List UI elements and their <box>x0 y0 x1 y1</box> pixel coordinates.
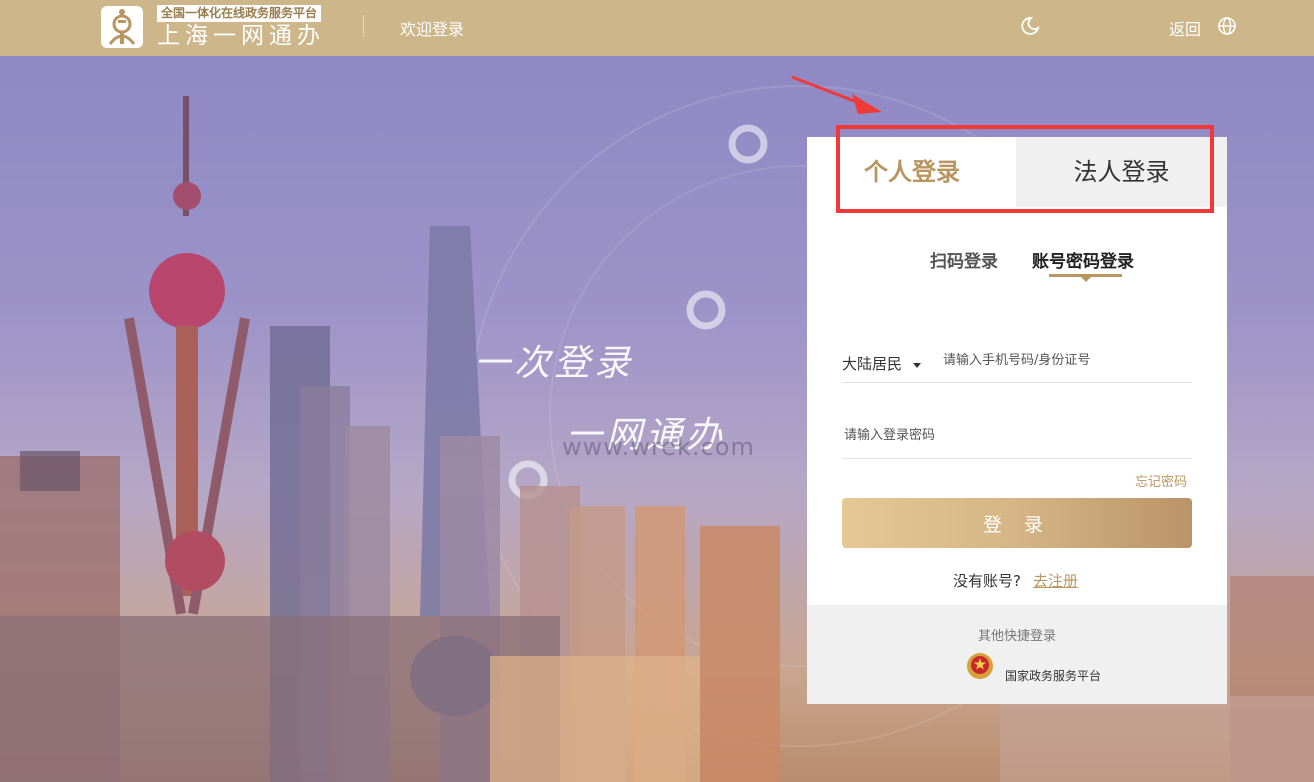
logo-title[interactable]: 上海一网通办 <box>157 23 325 49</box>
quick-login-title: 其他快捷登录 <box>977 629 1056 644</box>
national-emblem-icon[interactable] <box>966 652 994 680</box>
phone-id-input[interactable] <box>941 347 1195 373</box>
forgot-password-link[interactable]: 忘记密码 <box>1135 471 1187 490</box>
chevron-down-icon[interactable] <box>913 363 921 368</box>
tab-password-login[interactable]: 账号密码登录 <box>1032 247 1134 272</box>
annotation-highlight-box <box>836 125 1214 213</box>
register-link[interactable]: 去注册 <box>1033 570 1078 591</box>
logo-subtitle: 全国一体化在线政务服务平台 <box>157 5 322 22</box>
input-underline <box>842 458 1192 459</box>
dark-mode-icon[interactable] <box>1020 16 1040 36</box>
login-panel: 个人登录 法人登录 扫码登录 账号密码登录 大陆居民 忘记密码 登 录 没有账号… <box>807 137 1227 704</box>
password-input[interactable] <box>842 422 1186 448</box>
globe-icon[interactable] <box>1217 16 1237 36</box>
quick-login-section: 其他快捷登录 国家政务服务平台 <box>807 605 1227 704</box>
resident-type-select[interactable]: 大陆居民 <box>842 353 902 374</box>
login-button[interactable]: 登 录 <box>842 498 1192 548</box>
back-link[interactable]: 返回 <box>1169 16 1201 40</box>
top-header: 全国一体化在线政务服务平台 上海一网通办 欢迎登录 返回 <box>0 0 1314 56</box>
header-divider <box>363 15 364 37</box>
watermark-text: www.wrek.com <box>562 433 755 461</box>
logo-icon[interactable] <box>101 6 143 48</box>
tab-qr-login[interactable]: 扫码登录 <box>930 247 998 272</box>
welcome-text: 欢迎登录 <box>400 20 465 39</box>
input-underline <box>842 382 1192 383</box>
no-account-text: 没有账号? <box>953 572 1021 590</box>
active-tab-caret-icon <box>1081 277 1091 282</box>
slogan-line-1: 一次登录 <box>474 343 635 384</box>
national-platform-link[interactable]: 国家政务服务平台 <box>1005 667 1101 684</box>
